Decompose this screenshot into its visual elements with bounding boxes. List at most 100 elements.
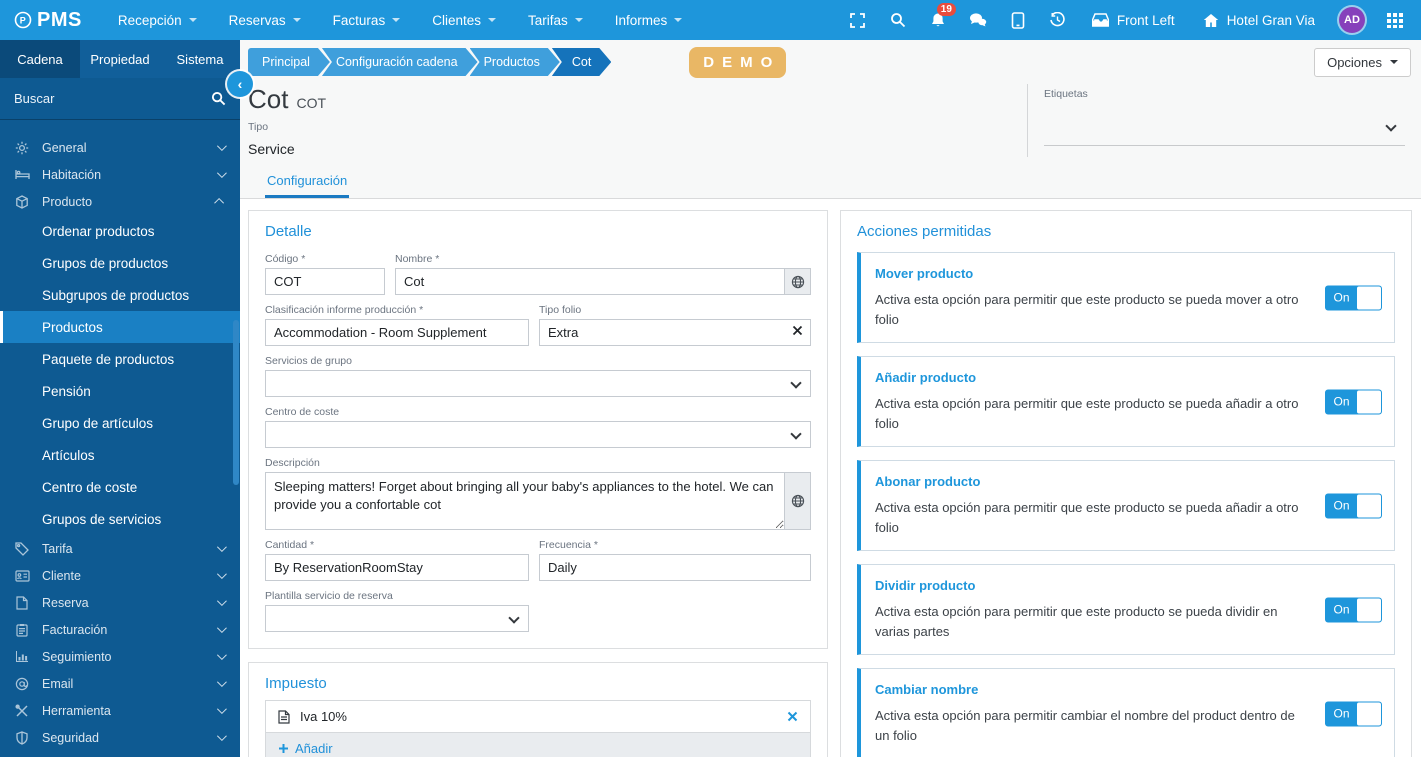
nombre-input[interactable] <box>395 268 785 295</box>
cambiar-nombre-toggle[interactable]: On <box>1325 701 1382 726</box>
sidebar-scrollbar[interactable] <box>233 320 239 485</box>
sidebar-group-facturacion[interactable]: Facturación <box>0 616 240 643</box>
sidebar-item-centro-de-coste[interactable]: Centro de coste <box>0 471 240 503</box>
sidebar-group-producto[interactable]: Producto <box>0 188 240 215</box>
caret-down-icon <box>1390 60 1398 64</box>
acciones-permitidas-card: Acciones permitidas Mover producto Activ… <box>840 210 1412 757</box>
toggle-knob <box>1357 390 1381 413</box>
sidebar-group-herramienta[interactable]: Herramienta <box>0 697 240 724</box>
menu-informes[interactable]: Informes <box>601 0 697 40</box>
options-button[interactable]: Opciones <box>1314 47 1411 77</box>
apps-grid-button[interactable] <box>1375 0 1415 40</box>
sidebar-item-paquete-de-productos[interactable]: Paquete de productos <box>0 343 240 375</box>
sidebar-group-email[interactable]: Email <box>0 670 240 697</box>
sidebar-tab-cadena[interactable]: Cadena <box>0 40 80 78</box>
centro-coste-select[interactable] <box>265 421 811 448</box>
clasificacion-input[interactable] <box>265 319 529 346</box>
history-button[interactable] <box>1038 0 1078 40</box>
tipo-folio-label: Tipo folio <box>539 304 582 316</box>
cantidad-input[interactable] <box>265 554 529 581</box>
tab-configuracion[interactable]: Configuración <box>265 167 350 198</box>
user-avatar[interactable]: AD <box>1339 7 1365 33</box>
home-icon <box>1203 13 1219 28</box>
app-logo[interactable]: P PMS <box>0 9 104 32</box>
etiquetas-select[interactable] <box>1044 110 1405 146</box>
mover-producto-toggle[interactable]: On <box>1325 285 1382 310</box>
sidebar-item-subgrupos-de-productos[interactable]: Subgrupos de productos <box>0 279 240 311</box>
chat-button[interactable] <box>958 0 998 40</box>
dividir-producto-toggle[interactable]: On <box>1325 597 1382 622</box>
sidebar-item-pension[interactable]: Pensión <box>0 375 240 407</box>
clear-icon[interactable] <box>792 325 803 336</box>
sidebar-item-grupo-de-articulos[interactable]: Grupo de artículos <box>0 407 240 439</box>
plantilla-label: Plantilla servicio de reserva <box>265 590 393 602</box>
sidebar-tabs: Cadena Propiedad Sistema <box>0 40 240 78</box>
caret-down-icon <box>292 18 301 22</box>
chevron-down-icon <box>790 428 802 440</box>
servicios-grupo-select[interactable] <box>265 370 811 397</box>
menu-facturas[interactable]: Facturas <box>319 0 415 40</box>
search-icon[interactable] <box>211 91 226 106</box>
sidebar-item-grupos-de-servicios[interactable]: Grupos de servicios <box>0 503 240 535</box>
globe-icon <box>791 275 805 289</box>
left-sidebar: Cadena Propiedad Sistema General Habitac… <box>0 40 240 757</box>
bar-chart-icon <box>14 650 30 664</box>
breadcrumb-principal[interactable]: Principal <box>248 48 330 76</box>
hotel-selector[interactable]: Hotel Gran Via <box>1189 0 1329 40</box>
menu-tarifas[interactable]: Tarifas <box>514 0 597 40</box>
sidebar-search-input[interactable] <box>14 91 211 106</box>
sidebar-group-reserva[interactable]: Reserva <box>0 589 240 616</box>
sidebar-item-productos[interactable]: Productos <box>0 311 240 343</box>
chevron-down-icon <box>790 377 802 389</box>
nombre-label: Nombre * <box>395 253 440 265</box>
sidebar-item-ordenar-productos[interactable]: Ordenar productos <box>0 215 240 247</box>
fullscreen-button[interactable] <box>838 0 878 40</box>
impuesto-card: Impuesto Iva 10% Añadir <box>248 662 828 757</box>
sidebar-group-general[interactable]: General <box>0 134 240 161</box>
chevron-down-icon <box>216 168 227 179</box>
gear-icon <box>14 141 30 155</box>
anadir-producto-toggle[interactable]: On <box>1325 389 1382 414</box>
front-desk-selector[interactable]: Front Left <box>1078 0 1189 40</box>
tablet-icon <box>1011 11 1025 29</box>
page-header: Principal Configuración cadena Productos… <box>240 40 1421 167</box>
sidebar-item-articulos[interactable]: Artículos <box>0 439 240 471</box>
search-button[interactable] <box>878 0 918 40</box>
tax-item-row: Iva 10% <box>266 701 810 732</box>
toggle-knob <box>1357 286 1381 309</box>
id-card-icon <box>14 569 30 583</box>
breadcrumb-productos[interactable]: Productos <box>470 48 560 76</box>
menu-clientes[interactable]: Clientes <box>418 0 510 40</box>
main-area: Principal Configuración cadena Productos… <box>240 40 1421 757</box>
sidebar-group-tarifa[interactable]: Tarifa <box>0 535 240 562</box>
menu-reservas[interactable]: Reservas <box>215 0 315 40</box>
sidebar-group-seguridad[interactable]: Seguridad <box>0 724 240 751</box>
mobile-devices-button[interactable] <box>998 0 1038 40</box>
descripcion-textarea[interactable]: Sleeping matters! Forget about bringing … <box>265 472 785 530</box>
menu-recepcion[interactable]: Recepción <box>104 0 211 40</box>
sidebar-group-habitacion[interactable]: Habitación <box>0 161 240 188</box>
plantilla-select[interactable] <box>265 605 529 632</box>
add-tax-button[interactable]: Añadir <box>266 732 810 757</box>
remove-tax-icon[interactable] <box>787 711 798 722</box>
sidebar-collapse-button[interactable]: ‹ <box>227 71 253 97</box>
frecuencia-input[interactable] <box>539 554 811 581</box>
sidebar-group-seguimiento[interactable]: Seguimiento <box>0 643 240 670</box>
tipo-folio-input[interactable] <box>539 319 811 346</box>
notifications-button[interactable]: 19 <box>918 0 958 40</box>
breadcrumb-configuracion-cadena[interactable]: Configuración cadena <box>322 48 478 76</box>
etiquetas-label: Etiquetas <box>1044 88 1088 100</box>
codigo-input[interactable] <box>265 268 385 295</box>
shield-icon <box>14 730 30 745</box>
detalle-heading: Detalle <box>265 223 312 240</box>
translate-addon[interactable] <box>785 268 811 295</box>
abonar-producto-toggle[interactable]: On <box>1325 493 1382 518</box>
translate-addon[interactable] <box>785 472 811 530</box>
sidebar-menu: General Habitación Producto Ordenar prod… <box>0 120 240 751</box>
breadcrumb-cot[interactable]: Cot <box>552 48 611 76</box>
sidebar-item-grupos-de-productos[interactable]: Grupos de productos <box>0 247 240 279</box>
sidebar-tab-propiedad[interactable]: Propiedad <box>80 40 160 78</box>
sidebar-group-cliente[interactable]: Cliente <box>0 562 240 589</box>
tipo-value: Service <box>248 141 295 157</box>
sidebar-tab-sistema[interactable]: Sistema <box>160 40 240 78</box>
